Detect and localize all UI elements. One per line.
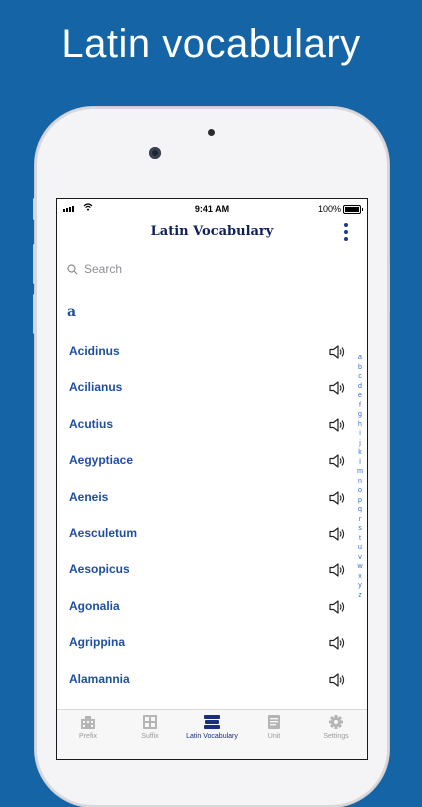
alphabet-letter[interactable]: z <box>358 591 362 601</box>
word-row[interactable]: Acilianus <box>57 371 367 407</box>
alphabet-letter[interactable]: k <box>358 448 362 458</box>
alphabet-letter[interactable]: u <box>358 543 362 553</box>
word-row[interactable]: Alamannia <box>57 663 367 699</box>
alphabet-letter[interactable]: s <box>358 524 362 534</box>
word-row[interactable]: Aesculetum <box>57 517 367 553</box>
phone-power-button <box>387 262 390 312</box>
word-label: Aegyptiace <box>69 453 134 468</box>
speaker-icon[interactable] <box>328 380 346 396</box>
more-menu-icon[interactable] <box>343 223 349 241</box>
alphabet-letter[interactable]: t <box>359 534 361 544</box>
alphabet-letter[interactable]: e <box>358 391 362 401</box>
tab-suffix[interactable]: Suffix <box>119 710 181 759</box>
tab-label: Suffix <box>141 733 159 740</box>
speaker-icon[interactable] <box>328 417 346 433</box>
word-label: Agrippina <box>69 635 125 650</box>
tab-label: Prefix <box>79 733 97 740</box>
tab-label: Latin Vocabulary <box>186 733 238 740</box>
alphabet-letter[interactable]: d <box>358 382 362 392</box>
speaker-icon[interactable] <box>328 672 346 688</box>
tab-unit[interactable]: Unit <box>243 710 305 759</box>
speaker-icon[interactable] <box>328 599 346 615</box>
alphabet-index[interactable]: abcdefghijklmnopqrstuvwxyz <box>355 353 365 600</box>
tab-latin-vocabulary[interactable]: Latin Vocabulary <box>181 710 243 759</box>
search-input[interactable]: Search <box>67 259 307 279</box>
alphabet-letter[interactable]: n <box>358 477 362 487</box>
speaker-icon[interactable] <box>328 562 346 578</box>
alphabet-letter[interactable]: j <box>359 439 361 449</box>
status-bar: 9:41 AM 100% <box>57 199 367 219</box>
tab-prefix[interactable]: Prefix <box>57 710 119 759</box>
battery-icon <box>343 205 363 214</box>
search-icon <box>67 263 78 274</box>
speaker-icon[interactable] <box>328 635 346 651</box>
nav-bar: Latin Vocabulary <box>57 219 367 247</box>
word-row[interactable]: Agrippina <box>57 626 367 662</box>
alphabet-letter[interactable]: m <box>357 467 363 477</box>
alphabet-letter[interactable]: o <box>358 486 362 496</box>
speaker-icon[interactable] <box>328 344 346 360</box>
word-label: Aesculetum <box>69 525 138 540</box>
word-row[interactable]: Aesopicus <box>57 553 367 589</box>
gear-icon <box>328 715 344 729</box>
alphabet-letter[interactable]: h <box>358 420 362 430</box>
tab-settings[interactable]: Settings <box>305 710 367 759</box>
search-placeholder: Search <box>84 262 123 276</box>
section-header: a <box>67 304 77 320</box>
building-icon <box>80 715 96 729</box>
alphabet-letter[interactable]: p <box>358 496 362 506</box>
alphabet-letter[interactable]: c <box>358 372 362 382</box>
phone-side-button <box>33 198 36 220</box>
word-label: Acidinus <box>69 344 120 358</box>
grid-icon <box>142 715 158 729</box>
promo-headline: Latin vocabulary <box>61 22 361 66</box>
word-label: Alamannia <box>69 671 130 686</box>
word-label: Agonalia <box>69 598 120 613</box>
app-screen: 9:41 AM 100% Latin Vocabulary Search a A… <box>56 198 368 760</box>
speaker-icon[interactable] <box>328 526 346 542</box>
tab-bar: Prefix Suffix Latin Vocabulary Unit Settings <box>57 709 367 759</box>
word-row[interactable]: Acutius <box>57 408 367 444</box>
alphabet-letter[interactable]: g <box>358 410 362 420</box>
alphabet-letter[interactable]: l <box>359 458 361 468</box>
speaker-icon[interactable] <box>328 490 346 506</box>
tab-label: Unit <box>267 733 281 740</box>
alphabet-letter[interactable]: f <box>359 401 361 411</box>
word-label: Acilianus <box>69 380 123 395</box>
word-label: Aesopicus <box>69 562 130 577</box>
word-label: Acutius <box>69 416 114 431</box>
phone-camera <box>149 147 161 159</box>
word-row[interactable]: Agonalia <box>57 590 367 626</box>
phone-volume-down <box>33 294 36 334</box>
word-label: Aeneis <box>69 489 109 504</box>
battery-percent: 100% <box>317 204 341 214</box>
alphabet-letter[interactable]: a <box>358 353 362 363</box>
alphabet-letter[interactable]: q <box>358 505 362 515</box>
word-row[interactable]: Acidinus <box>57 335 367 371</box>
books-icon <box>204 715 220 729</box>
phone-earpiece <box>208 129 215 136</box>
alphabet-letter[interactable]: w <box>357 562 362 572</box>
page-title: Latin Vocabulary <box>150 224 274 239</box>
alphabet-letter[interactable]: y <box>358 581 362 591</box>
word-row[interactable]: Aegyptiace <box>57 444 367 480</box>
word-row[interactable]: Aeneis <box>57 481 367 517</box>
alphabet-letter[interactable]: b <box>358 363 362 373</box>
speaker-icon[interactable] <box>328 453 346 469</box>
alphabet-letter[interactable]: r <box>359 515 361 525</box>
alphabet-letter[interactable]: v <box>358 553 362 563</box>
alphabet-letter[interactable]: i <box>359 429 361 439</box>
tab-label: Settings <box>323 733 349 740</box>
document-icon <box>266 715 282 729</box>
phone-volume-up <box>33 244 36 284</box>
alphabet-letter[interactable]: x <box>358 572 362 582</box>
word-list: Acidinus Acilianus Acutius Aegyptiace Aeneis… <box>57 335 367 699</box>
